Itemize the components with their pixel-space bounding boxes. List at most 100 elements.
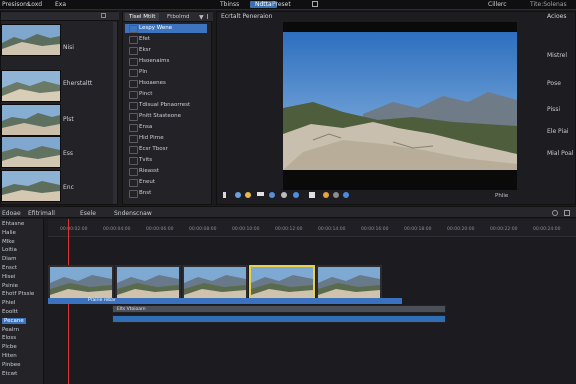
- ruler-tick: 00:00:24:00: [533, 227, 561, 232]
- toolbar-label[interactable]: Sndenscnaw: [114, 210, 152, 217]
- blue-circle-icon[interactable]: [269, 192, 275, 198]
- browser-row[interactable]: Bnst: [125, 189, 207, 198]
- toolbar-label[interactable]: Edoae: [2, 210, 21, 217]
- ruler-tick: 00:00:14:00: [318, 227, 346, 232]
- browser-row[interactable]: Pnitt Stasteone: [125, 112, 207, 121]
- window-icon[interactable]: [312, 1, 318, 7]
- browser-row[interactable]: Hsoenaims: [125, 57, 207, 66]
- filter-icon[interactable]: ▼: [199, 14, 204, 21]
- toolbar-label[interactable]: Efitrimall: [28, 210, 55, 217]
- blue-end-icon[interactable]: [343, 192, 349, 198]
- track-label[interactable]: Pinbee: [2, 362, 20, 368]
- video-track: [48, 265, 388, 303]
- browser-row-label: Hid Pirne: [139, 135, 164, 141]
- browser-row[interactable]: Eneut: [125, 178, 207, 187]
- orange-icon[interactable]: [323, 192, 329, 198]
- track-label[interactable]: Etcwt: [2, 371, 17, 377]
- timeline-ruler[interactable]: 00:00:02:00 00:00:04:00 00:00:06:00 00:00:0…: [48, 219, 576, 237]
- panel-menu-icon[interactable]: [207, 14, 211, 19]
- track-label[interactable]: Ehtasne: [2, 221, 24, 227]
- browser-row-label: Efet: [139, 36, 150, 42]
- browser-row[interactable]: Lespy Wene: [125, 24, 207, 33]
- blue-icon[interactable]: [235, 192, 241, 198]
- file-icon: [129, 157, 138, 165]
- browser-row[interactable]: Pln: [125, 68, 207, 77]
- browser-row[interactable]: Eksr: [125, 46, 207, 55]
- media-thumb[interactable]: [1, 136, 61, 168]
- track-label[interactable]: Plcbe: [2, 344, 17, 350]
- viewer-side-list: Mistrel Pose Pissi Ele Piai Mial Poal: [547, 52, 575, 157]
- effect-bar[interactable]: Elts Vtoioarn: [112, 305, 446, 313]
- menu-presisons[interactable]: Presisons: [2, 1, 30, 8]
- browser-row-label: Eneut: [139, 179, 155, 185]
- media-thumb[interactable]: [1, 170, 61, 202]
- side-label: Mistrel: [547, 52, 568, 59]
- ruler-tick: 00:00:04:00: [103, 227, 131, 232]
- track-label[interactable]: Ehotf Ptssie: [2, 291, 34, 297]
- media-thumb[interactable]: [1, 104, 61, 136]
- track-label[interactable]: Psinie: [2, 283, 18, 289]
- media-thumb[interactable]: [1, 70, 61, 102]
- menu-exa[interactable]: Exa: [55, 1, 66, 8]
- track-label[interactable]: Pecane: [2, 317, 26, 324]
- browser-row[interactable]: Pinct: [125, 90, 207, 99]
- track-label[interactable]: Pealrn: [2, 327, 19, 333]
- audio-bar[interactable]: [112, 315, 446, 323]
- menu-cillerc[interactable]: Cillerc: [488, 1, 507, 8]
- menu-tbinss[interactable]: Tbinss: [220, 1, 239, 8]
- media-thumb[interactable]: [1, 24, 61, 56]
- track-label[interactable]: Mlke: [2, 239, 15, 245]
- browser-row-label: Pinct: [139, 91, 153, 97]
- file-icon: [129, 190, 138, 198]
- track-label[interactable]: Phiel: [2, 300, 15, 306]
- blue-dot-icon[interactable]: [293, 192, 299, 198]
- browser-row[interactable]: Hsoaenes: [125, 79, 207, 88]
- panel-menu-icon[interactable]: [101, 13, 106, 18]
- ruler-tick: 00:00:22:00: [490, 227, 518, 232]
- browser-row[interactable]: Rieasst: [125, 167, 207, 176]
- track-label[interactable]: Loitia: [2, 247, 17, 253]
- browser-row-label: Eksr: [139, 47, 151, 53]
- expand-icon[interactable]: [564, 210, 570, 216]
- menu-loxd[interactable]: Loxd: [28, 1, 42, 8]
- grey-icon[interactable]: [333, 192, 339, 198]
- browser-row[interactable]: Efet: [125, 35, 207, 44]
- browser-row-label: Ecsr Tbosr: [139, 146, 168, 152]
- pause-icon[interactable]: [223, 192, 226, 198]
- ruler-tick: 00:00:16:00: [361, 227, 389, 232]
- timeline-panel: Ehtasne Halie Mlke Loitia Diam Ensct Hisei Psin…: [0, 219, 576, 384]
- landscape-image: [283, 22, 517, 190]
- track-label[interactable]: Ensct: [2, 265, 17, 271]
- browser-row[interactable]: Ensa: [125, 123, 207, 132]
- toolbar-label[interactable]: Esele: [80, 210, 96, 217]
- browser-row[interactable]: Hid Pirne: [125, 134, 207, 143]
- file-icon: [129, 36, 138, 44]
- file-icon: [129, 47, 138, 55]
- square-icon[interactable]: [257, 192, 264, 196]
- track-label[interactable]: Eloss: [2, 335, 16, 341]
- frame-icon[interactable]: [309, 192, 315, 198]
- track-label[interactable]: Diam: [2, 256, 17, 262]
- menu-title: Tite:Solenas: [530, 1, 567, 8]
- track-label[interactable]: Eooltt: [2, 309, 18, 315]
- clip-strip[interactable]: Prairie rebar: [48, 298, 402, 304]
- browser-row-label: Hsoaenes: [139, 80, 166, 86]
- file-icon: [129, 113, 138, 121]
- video-preview[interactable]: [283, 22, 517, 190]
- browser-row-label: Bnst: [139, 190, 152, 196]
- track-label[interactable]: Hisei: [2, 274, 15, 280]
- settings-icon[interactable]: [552, 210, 558, 216]
- track-label[interactable]: Hiten: [2, 353, 17, 359]
- menu-preset[interactable]: Preset: [272, 1, 291, 8]
- tab-tisel-mtilt[interactable]: Tisel Mtilt: [125, 13, 160, 21]
- tab-ftbolmd[interactable]: Ftbolmd: [163, 13, 194, 21]
- grey-circle-icon[interactable]: [281, 192, 287, 198]
- viewer-title: Ecrtalt Peneraion: [221, 13, 273, 20]
- media-scrollbar[interactable]: [113, 22, 117, 204]
- browser-row-label: Tvits: [139, 157, 153, 163]
- browser-row[interactable]: Ecsr Tbosr: [125, 145, 207, 154]
- browser-row[interactable]: Tdisual Pbnaorrest: [125, 101, 207, 110]
- yellow-icon[interactable]: [245, 192, 251, 198]
- browser-row[interactable]: Tvits: [125, 156, 207, 165]
- track-label[interactable]: Halie: [2, 230, 16, 236]
